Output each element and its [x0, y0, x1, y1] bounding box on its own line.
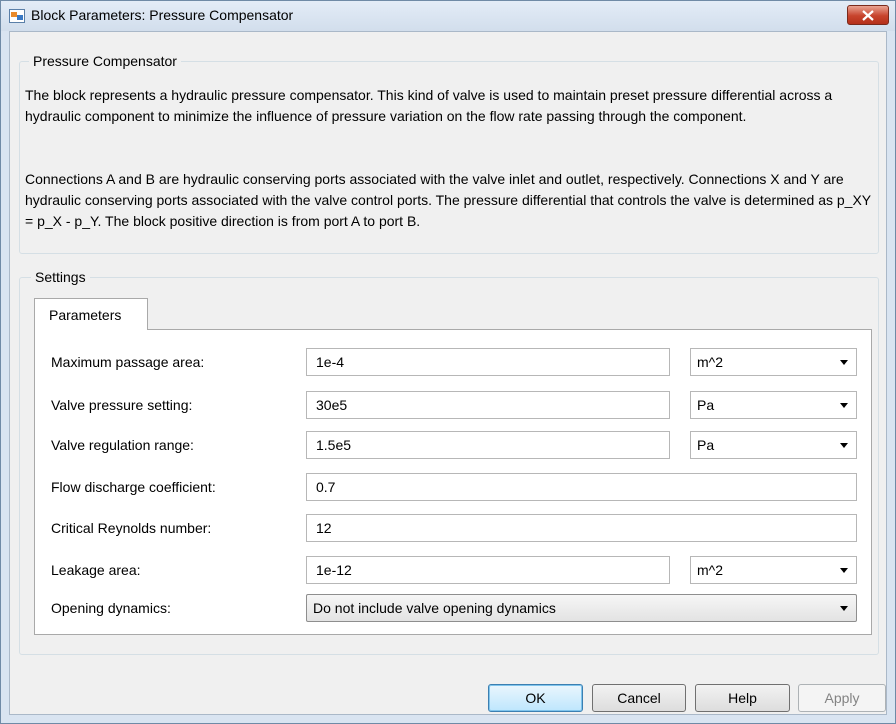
critical-reynolds-number-label: Critical Reynolds number: [51, 520, 212, 536]
leakage-area-input[interactable]: 1e-12 [306, 556, 670, 584]
flow-discharge-coefficient-label: Flow discharge coefficient: [51, 479, 216, 495]
valve-pressure-setting-unit-select[interactable]: Pa [690, 391, 857, 419]
max-passage-area-label: Maximum passage area: [51, 354, 205, 370]
valve-pressure-setting-input[interactable]: 30e5 [306, 391, 670, 419]
valve-regulation-range-unit-select[interactable]: Pa [690, 431, 857, 459]
valve-regulation-range-label: Valve regulation range: [51, 437, 194, 453]
max-passage-area-unit-value: m^2 [697, 354, 724, 370]
valve-pressure-setting-label: Valve pressure setting: [51, 397, 193, 413]
leakage-area-unit-select[interactable]: m^2 [690, 556, 857, 584]
dialog-window: Block Parameters: Pressure Compensator P… [0, 0, 896, 724]
close-icon [862, 10, 874, 21]
max-passage-area-input[interactable]: 1e-4 [306, 348, 670, 376]
max-passage-area-unit-select[interactable]: m^2 [690, 348, 857, 376]
valve-regulation-range-unit-value: Pa [697, 437, 715, 453]
leakage-area-label: Leakage area: [51, 562, 141, 578]
close-button[interactable] [847, 5, 889, 25]
settings-group-title: Settings [31, 269, 90, 285]
description-paragraph-2: Connections A and B are hydraulic conser… [25, 171, 871, 229]
title-bar[interactable]: Block Parameters: Pressure Compensator [1, 1, 895, 31]
description-paragraph-1: The block represents a hydraulic pressur… [25, 87, 833, 124]
opening-dynamics-value: Do not include valve opening dynamics [313, 600, 556, 616]
chevron-down-icon [840, 360, 848, 365]
cancel-button[interactable]: Cancel [592, 684, 686, 712]
tab-parameters[interactable]: Parameters [34, 298, 148, 330]
leakage-area-unit-value: m^2 [697, 562, 724, 578]
opening-dynamics-label: Opening dynamics: [51, 600, 171, 616]
tab-parameters-label: Parameters [49, 307, 122, 323]
simulink-block-icon [9, 9, 25, 23]
chevron-down-icon [840, 606, 848, 611]
window-title: Block Parameters: Pressure Compensator [31, 7, 294, 23]
flow-discharge-coefficient-input[interactable]: 0.7 [306, 473, 857, 501]
chevron-down-icon [840, 568, 848, 573]
chevron-down-icon [840, 403, 848, 408]
valve-regulation-range-input[interactable]: 1.5e5 [306, 431, 670, 459]
description-group-title: Pressure Compensator [29, 53, 181, 69]
valve-pressure-setting-unit-value: Pa [697, 397, 715, 413]
chevron-down-icon [840, 443, 848, 448]
critical-reynolds-number-input[interactable]: 12 [306, 514, 857, 542]
ok-button[interactable]: OK [488, 684, 583, 712]
help-button[interactable]: Help [695, 684, 790, 712]
opening-dynamics-select[interactable]: Do not include valve opening dynamics [306, 594, 857, 622]
apply-button[interactable]: Apply [798, 684, 886, 712]
